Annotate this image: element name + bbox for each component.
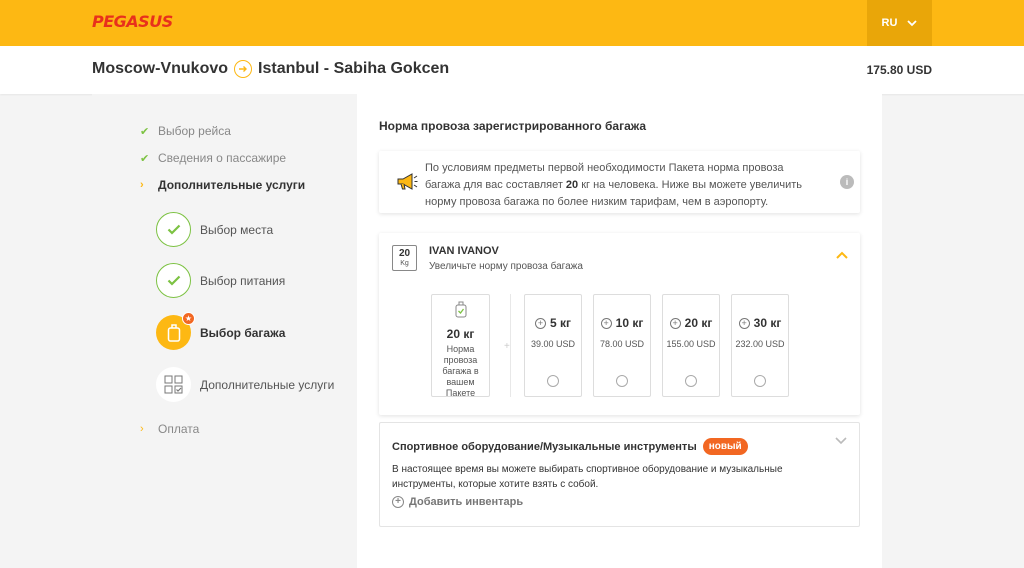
option-weight: 30 кг	[753, 316, 782, 330]
step-passenger-info[interactable]: ✔ Сведения о пассажире	[140, 151, 286, 165]
route-origin: Moscow-Vnukovo	[92, 60, 229, 77]
route-bar: Moscow-Vnukovo Istanbul - Sabiha Gokcen …	[0, 46, 1024, 94]
route-title: Moscow-Vnukovo Istanbul - Sabiha Gokcen	[92, 60, 449, 78]
step-label: Оплата	[158, 422, 200, 436]
substep-label: Выбор багажа	[200, 325, 286, 340]
allowance-number: 20	[398, 248, 411, 259]
substep-label: Выбор питания	[200, 273, 286, 288]
sports-title-text: Спортивное оборудование/Музыкальные инст…	[392, 440, 697, 453]
passenger-baggage-card: 20 Kg IVAN IVANOV Увеличьте норму провоз…	[379, 233, 860, 415]
step-flight-selection[interactable]: ✔ Выбор рейса	[140, 124, 231, 138]
option-radio[interactable]	[616, 375, 628, 387]
baggage-option-10kg[interactable]: +10 кг 78.00 USD	[593, 294, 651, 397]
new-badge: новый	[702, 438, 748, 455]
luggage-icon: ★	[156, 312, 195, 350]
bag-check-icon	[455, 301, 466, 318]
chevron-down-icon	[907, 19, 918, 26]
baggage-info-text: По условиям предметы первой необходимост…	[425, 160, 815, 211]
progress-sidebar: ✔ Выбор рейса ✔ Сведения о пассажире › Д…	[92, 94, 357, 568]
substep-label: Выбор места	[200, 222, 274, 237]
option-price: 78.00 USD	[599, 339, 645, 349]
step-label: Сведения о пассажире	[158, 151, 287, 165]
plus-circle-icon: +	[600, 317, 612, 329]
substep-meal-selection[interactable]: Выбор питания	[156, 263, 285, 298]
chevron-up-icon[interactable]	[836, 251, 848, 259]
included-description: Норма провоза багажа в вашем Пакете	[442, 344, 479, 398]
baggage-option-30kg[interactable]: +30 кг 232.00 USD	[731, 294, 789, 397]
plus-circle-icon: +	[392, 496, 404, 508]
grid-icon	[156, 367, 191, 402]
sports-equipment-card: Спортивное оборудование/Музыкальные инст…	[379, 422, 860, 527]
route-destination: Istanbul - Sabiha Gokcen	[258, 60, 450, 77]
check-icon: ✔	[140, 152, 150, 165]
substep-label: Дополнительные услуги	[200, 377, 335, 392]
option-price: 39.00 USD	[530, 339, 576, 349]
substep-baggage-selection[interactable]: ★ Выбор багажа	[156, 312, 286, 350]
plus-separator: +	[504, 341, 510, 352]
included-weight: 20 кг	[446, 327, 475, 341]
arrow-right-icon	[234, 60, 253, 78]
language-label: RU	[881, 17, 898, 29]
pegasus-logo[interactable]: PEGASUS	[92, 12, 173, 31]
step-label: Выбор рейса	[158, 124, 231, 138]
sports-equipment-description: В настоящее время вы можете выбирать спо…	[392, 464, 783, 490]
option-radio[interactable]	[754, 375, 766, 387]
info-icon[interactable]: i	[840, 175, 854, 189]
add-equipment-button[interactable]: + Добавить инвентарь	[392, 496, 523, 508]
check-circle-icon	[156, 263, 191, 298]
step-extra-services[interactable]: › Дополнительные услуги	[140, 178, 305, 192]
star-badge-icon: ★	[182, 312, 195, 325]
chevron-right-icon: ›	[140, 423, 144, 435]
included-baggage-card: 20 кг Норма провоза багажа в вашем Пакет…	[431, 294, 490, 398]
option-weight: 20 кг	[684, 316, 713, 330]
option-radio[interactable]	[685, 375, 697, 387]
sports-equipment-title[interactable]: Спортивное оборудование/Музыкальные инст…	[392, 438, 748, 455]
option-price: 232.00 USD	[735, 339, 785, 349]
baggage-option-5kg[interactable]: +5 кг 39.00 USD	[524, 294, 582, 397]
option-weight: 10 кг	[615, 316, 644, 330]
plus-circle-icon: +	[534, 317, 546, 329]
allowance-unit: Kg	[400, 260, 409, 267]
main-panel: Норма провоза зарегистрированного багажа…	[357, 94, 882, 568]
total-price: 175.80 USD	[866, 63, 932, 77]
info-text-highlight: 20	[565, 179, 579, 191]
substep-seat-selection[interactable]: Выбор места	[156, 212, 273, 247]
option-weight: 5 кг	[549, 316, 571, 330]
top-bar: PEGASUS RU	[0, 0, 1024, 46]
chevron-down-icon[interactable]	[835, 437, 847, 445]
baggage-option-20kg[interactable]: +20 кг 155.00 USD	[662, 294, 720, 397]
passenger-name: IVAN IVANOV	[429, 245, 499, 257]
passenger-subtitle: Увеличьте норму провоза багажа	[429, 261, 583, 272]
step-label: Дополнительные услуги	[158, 178, 306, 192]
language-selector[interactable]: RU	[867, 0, 932, 46]
plus-circle-icon: +	[669, 317, 681, 329]
option-radio[interactable]	[547, 375, 559, 387]
plus-circle-icon: +	[738, 317, 750, 329]
baggage-allowance-icon: 20 Kg	[392, 245, 417, 271]
megaphone-icon	[397, 173, 418, 190]
check-icon: ✔	[140, 125, 150, 138]
divider	[510, 294, 511, 397]
step-payment[interactable]: › Оплата	[140, 422, 199, 436]
add-equipment-label: Добавить инвентарь	[409, 496, 524, 508]
check-circle-icon	[156, 212, 191, 247]
substep-additional-services[interactable]: Дополнительные услуги	[156, 367, 334, 402]
option-price: 155.00 USD	[666, 339, 716, 349]
baggage-info-box: По условиям предметы первой необходимост…	[379, 151, 860, 213]
chevron-right-icon: ›	[140, 179, 144, 191]
page-title: Норма провоза зарегистрированного багажа	[379, 119, 647, 133]
